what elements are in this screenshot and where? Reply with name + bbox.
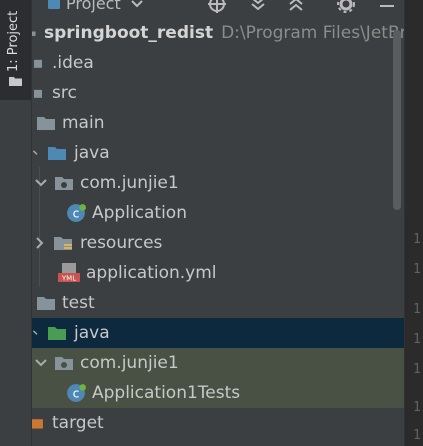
chevron-down-icon[interactable]	[32, 146, 42, 160]
line-number: 1	[413, 262, 421, 277]
chevron-down-icon	[131, 0, 143, 7]
expand-all-icon[interactable]	[248, 0, 268, 14]
tree-item-test-package[interactable]: com.junjie1	[32, 348, 404, 378]
svg-text:c: c	[73, 206, 80, 220]
folder-icon	[9, 77, 22, 86]
tree-item-target[interactable]: target	[32, 408, 404, 438]
test-source-folder-icon	[48, 326, 66, 340]
line-number: 1	[413, 362, 421, 377]
tree-item-label: resources	[80, 233, 163, 253]
project-tool-window: 1: Project Project springboot_redist D:\…	[0, 0, 423, 446]
spring-class-icon: c	[67, 384, 86, 402]
tree-item-package[interactable]: com.junjie1	[32, 168, 404, 198]
line-number: 1	[413, 400, 421, 415]
tree-item-label: test	[62, 293, 95, 313]
tree-item-main[interactable]: main	[32, 108, 404, 138]
tree-item-label: java	[74, 323, 110, 343]
tree-item-java-main[interactable]: java	[32, 138, 404, 168]
tree-item-application-tests-class[interactable]: c Application1Tests	[32, 378, 404, 408]
svg-text:YML: YML	[61, 275, 76, 283]
yml-file-icon: YML	[58, 263, 80, 283]
tree-item-label: java	[74, 143, 110, 163]
tree-item-label: Application1Tests	[92, 383, 241, 403]
excluded-folder-icon	[32, 418, 43, 429]
vertical-scrollbar[interactable]	[393, 30, 401, 210]
tree-item-label: .idea	[52, 53, 94, 73]
chevron-down-icon[interactable]	[34, 176, 48, 190]
chevron-right-icon[interactable]	[32, 236, 46, 250]
line-number: 1	[413, 232, 421, 247]
tree-item-idea[interactable]: .idea	[32, 48, 404, 78]
chevron-down-icon[interactable]	[32, 326, 42, 340]
locate-icon[interactable]	[207, 0, 227, 14]
source-folder-icon	[48, 146, 66, 160]
editor-gutter: 1 1 1 1 1 1 1	[404, 0, 423, 446]
folder-icon	[34, 89, 42, 98]
tree-item-label: com.junjie1	[80, 173, 179, 193]
tree-item-application-yml[interactable]: YML application.yml	[32, 258, 404, 288]
tree-item-java-test[interactable]: java	[32, 318, 404, 348]
tool-window-strip: 1: Project	[0, 0, 32, 446]
folder-icon	[34, 59, 42, 68]
tree-item-label: application.yml	[86, 263, 217, 283]
view-selector-label: Project	[66, 0, 121, 13]
svg-text:c: c	[73, 386, 80, 400]
tree-item-application-class[interactable]: c Application	[32, 198, 404, 228]
package-icon	[55, 176, 73, 190]
project-path: D:\Program Files\JetBrains	[221, 23, 404, 43]
line-number: 1	[413, 332, 421, 347]
folder-icon	[37, 296, 55, 310]
project-tree[interactable]: springboot_redist D:\Program Files\JetBr…	[32, 17, 404, 446]
view-selector[interactable]: Project	[48, 0, 143, 13]
line-number: 1	[413, 302, 421, 317]
line-number: 1	[413, 428, 421, 443]
gear-icon[interactable]	[336, 0, 356, 14]
tree-item-partial[interactable]	[32, 438, 404, 446]
tree-item-label: com.junjie1	[80, 353, 179, 373]
resources-folder-icon	[54, 236, 72, 250]
project-side-tab-label: 1: Project	[6, 10, 21, 72]
folder-icon	[37, 116, 55, 130]
tree-item-label: Application	[92, 203, 187, 223]
tree-item-resources[interactable]: resources	[32, 228, 404, 258]
tree-item-label: src	[52, 83, 77, 103]
package-icon	[55, 356, 73, 370]
tree-item-src[interactable]: src	[32, 78, 404, 108]
tree-item-label: springboot_redist	[44, 23, 214, 43]
tree-item-label: target	[52, 413, 104, 433]
project-toolbar: Project	[32, 0, 423, 18]
project-side-tab[interactable]: 1: Project	[0, 0, 31, 100]
module-folder-icon	[32, 31, 36, 36]
tree-item-project-root[interactable]: springboot_redist D:\Program Files\JetBr…	[32, 18, 404, 48]
collapse-all-icon[interactable]	[286, 0, 306, 14]
chevron-down-icon[interactable]	[34, 356, 48, 370]
project-view-icon	[48, 0, 60, 9]
spring-class-icon: c	[67, 204, 86, 222]
hide-icon[interactable]	[377, 0, 397, 14]
tree-item-test[interactable]: test	[32, 288, 404, 318]
tree-item-label: main	[62, 113, 105, 133]
